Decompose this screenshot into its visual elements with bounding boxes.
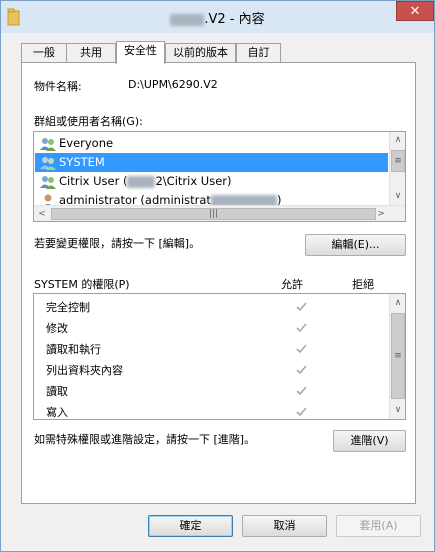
tab-customize[interactable]: 自訂 (236, 43, 281, 62)
deny-header: 拒絕 (352, 278, 374, 291)
check-icon (294, 402, 308, 419)
check-icon (294, 360, 308, 381)
list-item[interactable]: SYSTEM (35, 153, 388, 172)
advanced-button[interactable]: 進階(V) (333, 430, 406, 452)
redacted-text (170, 13, 205, 26)
permission-row: 寫入 (46, 402, 346, 419)
cancel-button[interactable]: 取消 (242, 515, 327, 537)
scroll-thumb[interactable]: ≡ (391, 150, 405, 172)
permissions-header: SYSTEM 的權限(P) (34, 278, 130, 291)
check-icon (294, 297, 308, 318)
title-bar[interactable]: .V2 - 內容 ✕ (1, 1, 434, 33)
close-button[interactable]: ✕ (396, 1, 434, 21)
scroll-up-icon[interactable]: ∧ (390, 295, 405, 311)
tab-previous-versions[interactable]: 以前的版本 (165, 43, 236, 62)
permission-row: 修改 (46, 318, 346, 339)
scroll-left-icon[interactable]: < (34, 206, 50, 221)
permission-list[interactable]: 完全控制 修改 讀取和執行 列出資料夾內容 讀取 寫入 ∧ ≡ ∨ (33, 293, 406, 420)
list-item[interactable]: Citrix User (2\Citrix User) (35, 172, 388, 191)
check-icon (294, 381, 308, 402)
advanced-hint: 如需特殊權限或進階設定，請按一下 [進階]。 (34, 433, 256, 446)
edit-hint: 若要變更權限，請按一下 [編輯]。 (34, 237, 201, 250)
check-icon (294, 318, 308, 339)
check-icon (294, 339, 308, 360)
window-title: .V2 - 內容 (1, 8, 434, 27)
scroll-right-icon[interactable]: > (373, 206, 389, 221)
list-item[interactable]: Everyone (35, 134, 388, 153)
permission-row: 讀取 (46, 381, 346, 402)
users-group-icon (40, 157, 56, 170)
edit-button[interactable]: 編輯(E)... (305, 234, 406, 256)
scroll-thumb[interactable]: ≡ (391, 313, 405, 399)
properties-window: .V2 - 內容 ✕ 一般 共用 安全性 以前的版本 自訂 物件名稱: D:\U… (0, 0, 435, 552)
principal-list[interactable]: Everyone SYSTEM Citrix User (2\Citrix Us… (33, 131, 406, 222)
apply-button[interactable]: 套用(A) (336, 515, 421, 537)
allow-header: 允許 (281, 278, 303, 291)
security-panel: 物件名稱: D:\UPM\6290.V2 群組或使用者名稱(G): Everyo… (21, 62, 416, 504)
permission-row: 讀取和執行 (46, 339, 346, 360)
object-name-label: 物件名稱: (34, 80, 82, 93)
group-list-label: 群組或使用者名稱(G): (34, 115, 143, 128)
vertical-scrollbar[interactable]: ∧ ≡ ∨ (389, 294, 405, 419)
users-group-icon (40, 138, 56, 151)
vertical-scrollbar[interactable]: ∧ ≡ ∨ (389, 132, 405, 205)
redacted-text (127, 175, 156, 188)
scroll-up-icon[interactable]: ∧ (390, 132, 405, 148)
permission-row: 列出資料夾內容 (46, 360, 346, 381)
scroll-thumb[interactable]: ||| (51, 208, 376, 220)
permission-row: 完全控制 (46, 297, 346, 318)
object-name-value: D:\UPM\6290.V2 (128, 78, 218, 91)
users-group-icon (40, 176, 56, 189)
tab-general[interactable]: 一般 (21, 43, 67, 62)
horizontal-scrollbar[interactable]: < ||| > (34, 205, 405, 221)
ok-button[interactable]: 確定 (148, 515, 233, 537)
scroll-down-icon[interactable]: ∨ (390, 188, 405, 204)
tab-security[interactable]: 安全性 (116, 41, 165, 64)
tab-sharing[interactable]: 共用 (66, 43, 116, 62)
scroll-down-icon[interactable]: ∨ (390, 402, 405, 418)
